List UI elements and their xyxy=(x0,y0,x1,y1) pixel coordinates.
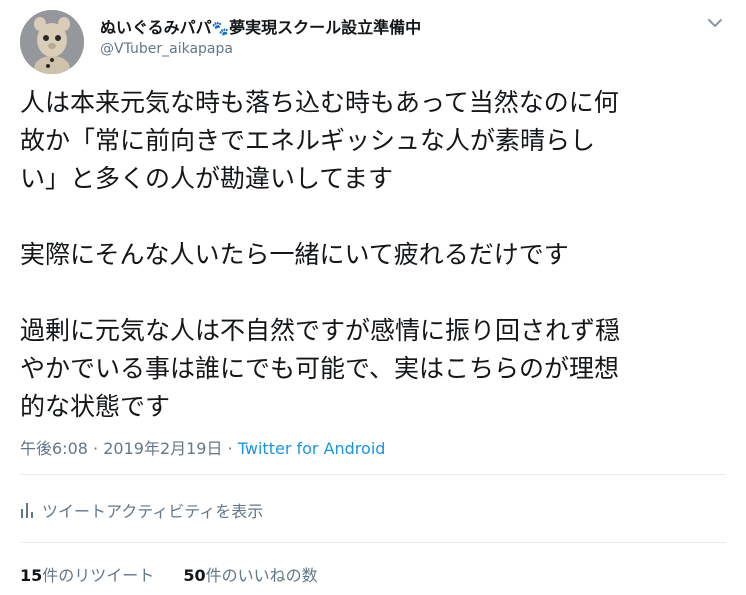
tweet-activity-link[interactable]: ツイートアクティビティを表示 xyxy=(20,498,263,522)
paw-icon: 🐾 xyxy=(211,21,230,37)
tweet-line: い」と多くの人が勘違いしてます xyxy=(20,164,394,193)
tweet-activity-label: ツイートアクティビティを表示 xyxy=(42,502,264,521)
like-count-link[interactable]: 50件のいいねの数 xyxy=(183,566,317,585)
tweet-text: 人は本来元気な時も落ち込む時もあって当然なのに何 故か「常に前向きでエネルギッシ… xyxy=(20,84,720,426)
meta-separator: · xyxy=(227,439,233,458)
tweet-line-break xyxy=(20,198,720,236)
tweet-line: 故か「常に前向きでエネルギッシュな人が素晴らし xyxy=(20,126,596,155)
avatar[interactable] xyxy=(20,10,84,74)
retweet-count-link[interactable]: 15件のリツイート xyxy=(20,566,154,585)
tweet-meta: 午後6:08 · 2019年2月19日 · Twitter for Androi… xyxy=(20,435,385,459)
display-name-suffix: 夢実現スクール設立準備中 xyxy=(229,18,422,37)
tweet-line: 的な状態です xyxy=(20,392,171,421)
tweet-client-link[interactable]: Twitter for Android xyxy=(238,439,386,458)
divider xyxy=(20,542,726,543)
divider xyxy=(20,474,726,475)
chevron-down-icon[interactable] xyxy=(704,14,726,32)
tweet-line-break xyxy=(20,274,720,312)
like-count: 50 xyxy=(183,566,206,585)
like-label: 件のいいねの数 xyxy=(205,566,318,585)
display-name-main: ぬいぐるみパパ xyxy=(100,18,212,37)
tweet-line: やかでいる事は誰にでも可能で、実はこちらのが理想 xyxy=(20,354,620,383)
tweet-line: 実際にそんな人いたら一緒にいて疲れるだけです xyxy=(20,240,569,269)
retweet-label: 件のリツイート xyxy=(42,566,155,585)
user-handle[interactable]: @VTuber_aikapapa xyxy=(100,41,233,57)
tweet-date[interactable]: 2019年2月19日 xyxy=(103,439,222,458)
tweet-stats: 15件のリツイート 50件のいいねの数 xyxy=(20,562,342,586)
tweet-line: 過剰に元気な人は不自然ですが感情に振り回されず穏 xyxy=(20,316,621,345)
meta-separator: · xyxy=(93,439,99,458)
plush-avatar-image xyxy=(20,10,84,74)
tweet-line: 人は本来元気な時も落ち込む時もあって当然なのに何 xyxy=(20,88,619,117)
tweet-header: ぬいぐるみパパ🐾夢実現スクール設立準備中 @VTuber_aikapapa xyxy=(0,0,746,80)
display-name[interactable]: ぬいぐるみパパ🐾夢実現スクール設立準備中 xyxy=(100,14,421,38)
retweet-count: 15 xyxy=(20,566,43,585)
bar-chart-icon xyxy=(21,503,33,518)
tweet-time[interactable]: 午後6:08 xyxy=(20,439,88,458)
